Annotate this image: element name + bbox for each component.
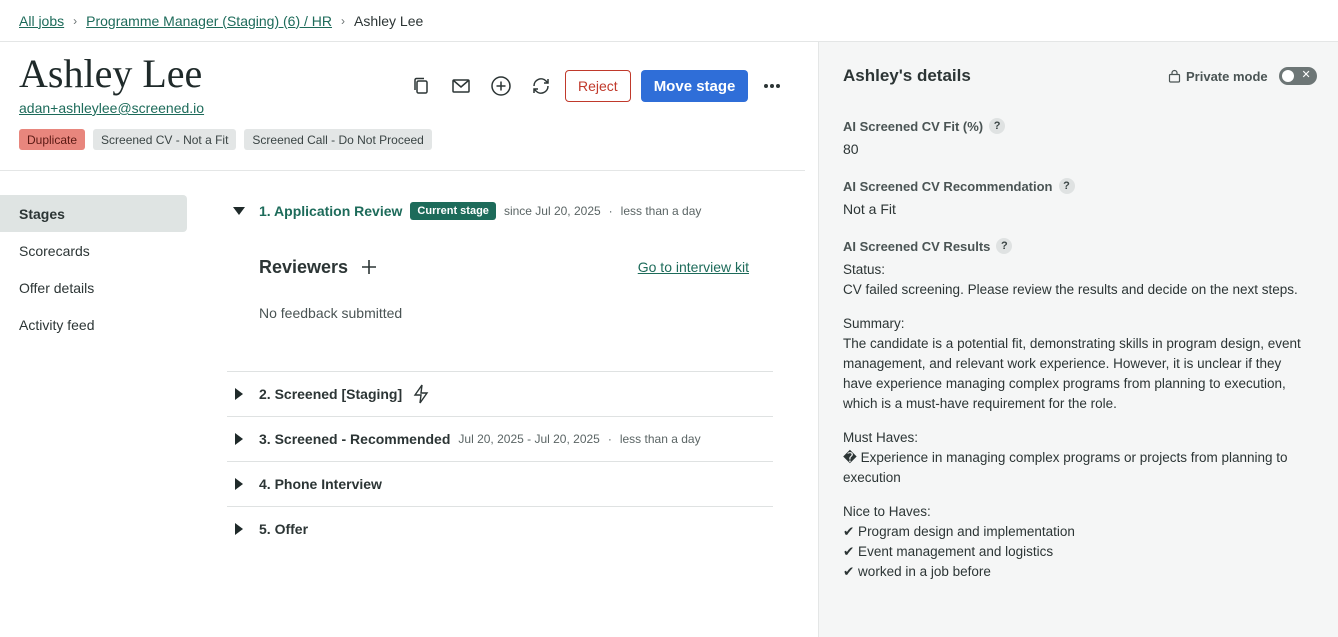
reject-button[interactable]: Reject <box>565 70 631 102</box>
help-icon[interactable]: ? <box>996 238 1013 254</box>
breadcrumb: All jobs › Programme Manager (Staging) (… <box>0 0 1338 42</box>
lock-icon <box>1168 69 1181 83</box>
results-body: Status: CV failed screening. Please revi… <box>843 260 1303 596</box>
refresh-icon[interactable] <box>525 70 557 102</box>
summary-text: The candidate is a potential fit, demons… <box>843 336 1301 411</box>
must-haves-label: Must Haves: <box>843 430 919 445</box>
nice-to-have-item: ✔ Event management and logistics <box>843 544 1054 559</box>
fit-label-text: AI Screened CV Fit (%) <box>843 118 984 134</box>
chevron-right-icon: › <box>73 13 78 28</box>
main-content: Ashley Lee adan+ashleylee@screened.io Du… <box>0 42 818 637</box>
caret-right-icon[interactable] <box>235 523 243 535</box>
chevron-right-icon: › <box>341 13 346 28</box>
status-text: CV failed screening. Please review the r… <box>843 282 1298 297</box>
candidate-name: Ashley Lee <box>19 51 203 96</box>
status-label: Status: <box>843 262 886 277</box>
details-panel: Ashley's details Private mode ✕ AI Scree… <box>818 42 1338 637</box>
reviewers-title: Reviewers <box>259 256 349 277</box>
stage-row[interactable]: 5. Offer <box>227 506 773 551</box>
copy-icon[interactable] <box>405 70 437 102</box>
interview-kit-link[interactable]: Go to interview kit <box>638 259 749 275</box>
close-icon: ✕ <box>1301 69 1311 81</box>
reviewers-section: Reviewers Go to interview kit <box>259 254 749 280</box>
stage-title[interactable]: 4. Phone Interview <box>259 476 382 492</box>
caret-right-icon[interactable] <box>235 433 243 445</box>
recommendation-value: Not a Fit <box>843 201 896 217</box>
must-have-item: � Experience in managing complex program… <box>843 450 1288 485</box>
stage-row[interactable]: 3. Screened - Recommended Jul 20, 2025 -… <box>227 416 773 461</box>
summary-block: Summary: The candidate is a potential fi… <box>843 314 1303 414</box>
stage-dates: Jul 20, 2025 - Jul 20, 2025 <box>458 432 600 446</box>
plus-circle-icon[interactable] <box>485 70 517 102</box>
breadcrumb-job-link[interactable]: Programme Manager (Staging) (6) / HR <box>86 13 332 29</box>
separator-dot: · <box>608 204 613 218</box>
recommendation-label: AI Screened CV Recommendation ? <box>843 178 1075 194</box>
stage-title[interactable]: 5. Offer <box>259 521 308 537</box>
breadcrumb-all-jobs-link[interactable]: All jobs <box>19 13 64 29</box>
no-feedback-text: No feedback submitted <box>259 305 403 321</box>
stage-row[interactable]: 2. Screened [Staging] <box>227 371 773 416</box>
add-reviewer-icon[interactable] <box>356 254 382 280</box>
stage-title[interactable]: 1. Application Review <box>259 203 402 219</box>
caret-down-icon[interactable] <box>233 207 245 215</box>
tag-screened-cv[interactable]: Screened CV - Not a Fit <box>93 129 237 150</box>
stage-since: since Jul 20, 2025 <box>503 204 601 218</box>
status-block: Status: CV failed screening. Please revi… <box>843 260 1303 300</box>
stage-title[interactable]: 2. Screened [Staging] <box>259 386 402 402</box>
stage-title[interactable]: 3. Screened - Recommended <box>259 431 450 447</box>
help-icon[interactable]: ? <box>1058 178 1075 194</box>
lightning-icon <box>412 384 430 404</box>
details-title: Ashley's details <box>843 66 971 85</box>
tag-duplicate[interactable]: Duplicate <box>19 129 86 150</box>
mail-icon[interactable] <box>445 70 477 102</box>
must-haves-block: Must Haves: � Experience in managing com… <box>843 428 1303 488</box>
candidate-tags: Duplicate Screened CV - Not a Fit Screen… <box>19 129 432 150</box>
tag-screened-call[interactable]: Screened Call - Do Not Proceed <box>244 129 432 150</box>
more-icon[interactable] <box>756 70 788 102</box>
nav-item-offer-details[interactable]: Offer details <box>0 269 187 306</box>
nice-to-have-item: ✔ Program design and implementation <box>843 524 1075 539</box>
separator-dot: · <box>607 432 612 446</box>
current-stage-badge: Current stage <box>410 202 496 220</box>
recommendation-label-text: AI Screened CV Recommendation <box>843 178 1053 194</box>
caret-right-icon[interactable] <box>235 388 243 400</box>
private-mode-label: Private mode <box>1186 68 1268 84</box>
summary-label: Summary: <box>843 316 905 331</box>
nav-item-activity-feed[interactable]: Activity feed <box>0 306 187 343</box>
results-label-text: AI Screened CV Results <box>843 238 991 254</box>
stage-current-header: 1. Application Review Current stage sinc… <box>227 202 701 220</box>
toggle-knob <box>1281 70 1294 82</box>
candidate-nav: Stages Scorecards Offer details Activity… <box>0 195 187 343</box>
stage-row[interactable]: 4. Phone Interview <box>227 461 773 506</box>
caret-right-icon[interactable] <box>235 478 243 490</box>
candidate-email-link[interactable]: adan+ashleylee@screened.io <box>19 100 204 116</box>
nice-to-haves-block: Nice to Haves: ✔ Program design and impl… <box>843 502 1303 582</box>
private-mode: Private mode ✕ <box>1168 67 1317 85</box>
fit-value: 80 <box>843 141 859 157</box>
candidate-actions: Reject Move stage <box>405 70 796 102</box>
nice-to-haves-label: Nice to Haves: <box>843 504 931 519</box>
nav-item-scorecards[interactable]: Scorecards <box>0 232 187 269</box>
stage-duration: less than a day <box>620 204 702 218</box>
fit-label: AI Screened CV Fit (%) ? <box>843 118 1006 134</box>
header-divider <box>0 170 805 171</box>
stage-duration: less than a day <box>619 432 701 446</box>
nice-to-have-item: ✔ worked in a job before <box>843 564 991 579</box>
nav-item-stages[interactable]: Stages <box>0 195 187 232</box>
results-label: AI Screened CV Results ? <box>843 238 1013 254</box>
private-mode-toggle[interactable]: ✕ <box>1278 67 1317 85</box>
help-icon[interactable]: ? <box>989 118 1006 134</box>
move-stage-button[interactable]: Move stage <box>640 70 749 102</box>
breadcrumb-current: Ashley Lee <box>354 12 424 29</box>
